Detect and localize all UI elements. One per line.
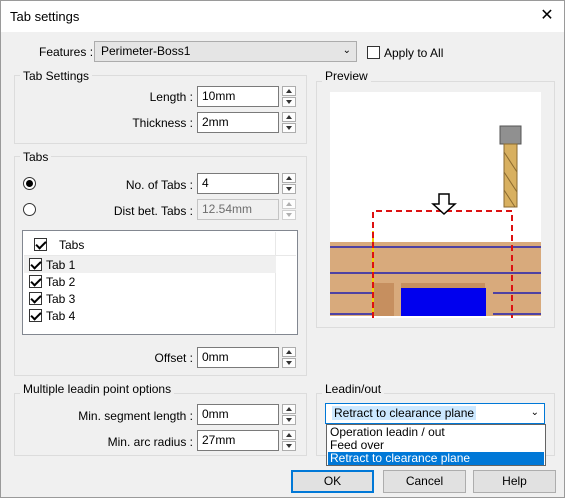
leadin-points-group-title: Multiple leadin point options <box>20 382 175 396</box>
thickness-stepper[interactable] <box>282 112 296 133</box>
min-segment-length-input[interactable]: 0mm <box>197 404 279 425</box>
thickness-label: Thickness : <box>132 116 193 130</box>
tool-holder <box>499 125 522 145</box>
chevron-down-icon: ⌄ <box>342 45 351 56</box>
min-segment-length-stepper[interactable] <box>282 404 296 425</box>
min-arc-radius-stepper[interactable] <box>282 430 296 451</box>
dist-between-tabs-stepper <box>282 199 296 220</box>
tabs-list-header: Tabs <box>59 238 85 252</box>
length-label: Length : <box>149 90 193 104</box>
dist-between-tabs-label: Dist bet. Tabs : <box>113 204 193 218</box>
tab-1-checkbox[interactable] <box>29 258 42 271</box>
leadin-out-group-title: Leadin/out <box>322 382 385 396</box>
dist-between-tabs-radio[interactable] <box>23 203 36 216</box>
no-of-tabs-input[interactable]: 4 <box>197 173 279 194</box>
min-segment-length-label: Min. segment length : <box>78 409 193 423</box>
close-icon[interactable]: ✕ <box>530 1 564 31</box>
min-arc-radius-input[interactable]: 27mm <box>197 430 279 451</box>
preview-group-title: Preview <box>322 69 371 83</box>
leadin-out-options-list: Operation leadin / out Feed over Retract… <box>326 424 546 466</box>
apply-to-all-checkbox[interactable] <box>367 46 380 59</box>
tab-settings-dialog: Tab settings ✕ Features : Perimeter-Boss… <box>0 0 565 498</box>
offset-stepper[interactable] <box>282 347 296 368</box>
title-bar: Tab settings ✕ <box>1 1 564 32</box>
offset-input[interactable]: 0mm <box>197 347 279 368</box>
no-of-tabs-stepper[interactable] <box>282 173 296 194</box>
chevron-down-icon: ⌄ <box>530 407 539 418</box>
thickness-input[interactable]: 2mm <box>197 112 279 133</box>
tab-1-label: Tab 1 <box>46 258 76 272</box>
tab-2-label: Tab 2 <box>46 275 76 289</box>
list-item[interactable]: Tab 1 <box>24 256 276 273</box>
length-stepper[interactable] <box>282 86 296 107</box>
list-item[interactable]: Tab 2 <box>24 273 276 290</box>
apply-to-all-label: Apply to All <box>384 46 444 60</box>
dialog-title: Tab settings <box>10 9 80 24</box>
offset-label: Offset : <box>154 351 193 365</box>
features-label: Features : <box>39 45 94 59</box>
ok-button[interactable]: OK <box>291 470 374 493</box>
tabs-listbox: Tabs Tab 1 Tab 2 Tab 3 Tab 4 <box>22 230 298 335</box>
features-value: Perimeter-Boss1 <box>101 44 191 58</box>
features-dropdown[interactable]: Perimeter-Boss1 ⌄ <box>94 41 357 62</box>
tab-4-label: Tab 4 <box>46 309 76 323</box>
dist-between-tabs-input: 12.54mm <box>197 199 279 220</box>
tab-4-checkbox[interactable] <box>29 309 42 322</box>
leadin-out-dropdown[interactable]: Retract to clearance plane ⌄ <box>325 403 545 424</box>
tab-2-checkbox[interactable] <box>29 275 42 288</box>
tab-3-checkbox[interactable] <box>29 292 42 305</box>
length-input[interactable]: 10mm <box>197 86 279 107</box>
min-arc-radius-label: Min. arc radius : <box>107 435 193 449</box>
tab-settings-group-title: Tab Settings <box>20 69 93 83</box>
dropdown-option-retract[interactable]: Retract to clearance plane <box>328 452 544 465</box>
cancel-button[interactable]: Cancel <box>383 470 466 493</box>
tabs-select-all-checkbox[interactable] <box>34 238 47 251</box>
preview-drawing <box>330 125 541 318</box>
tab-region <box>401 288 486 316</box>
no-of-tabs-label: No. of Tabs : <box>125 178 193 192</box>
list-item[interactable]: Tab 4 <box>24 307 276 324</box>
list-item[interactable]: Tab 3 <box>24 290 276 307</box>
leadin-out-selected: Retract to clearance plane <box>332 406 477 420</box>
no-of-tabs-radio[interactable] <box>23 177 36 190</box>
tabs-group-title: Tabs <box>20 150 52 164</box>
tab-3-label: Tab 3 <box>46 292 76 306</box>
preview-image <box>330 92 541 318</box>
help-button[interactable]: Help <box>473 470 556 493</box>
